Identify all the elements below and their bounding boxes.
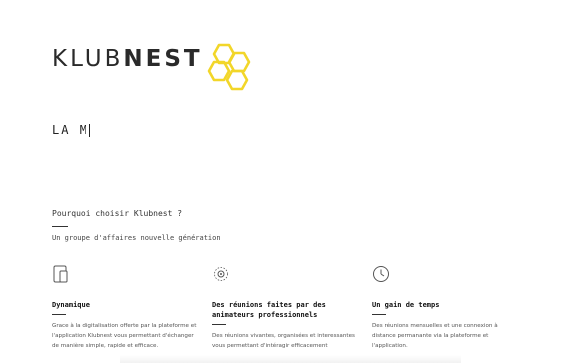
feature-dynamique: Dynamique Grace à la digitalisation offe… — [52, 265, 202, 351]
feature-reunions: Des réunions faites par des animateurs p… — [212, 265, 362, 351]
feature-title: Un gain de temps — [372, 301, 440, 309]
section-subtitle: Un groupe d'affaires nouvelle génération — [52, 234, 221, 242]
logo-wordmark: KLUBNEST — [52, 46, 203, 72]
logo-text-light: KLUB — [52, 46, 124, 72]
headline-text: LA — [52, 123, 71, 137]
next-section-edge — [120, 355, 461, 363]
feature-description: Des réunions mensuelles et une connexion… — [372, 323, 498, 349]
feature-divider — [52, 314, 66, 315]
feature-title: Des réunions faites par des animateurs p… — [212, 301, 326, 319]
headline-partial-char: M — [79, 123, 86, 137]
section-divider — [52, 226, 68, 227]
klubnest-logo[interactable]: KLUBNEST — [52, 43, 251, 91]
tablet-icon — [53, 265, 68, 283]
feature-divider — [212, 324, 226, 325]
text-cursor — [88, 123, 90, 137]
logo-text-bold: NEST — [123, 46, 203, 72]
feature-gain-de-temps: Un gain de temps Des réunions mensuelles… — [372, 265, 522, 351]
honeycomb-icon — [207, 43, 251, 91]
feature-description: Grace à la digitalisation offerte par la… — [52, 323, 197, 349]
clock-icon — [373, 266, 389, 282]
feature-description: Des réunions vivantes, organisées et int… — [212, 333, 355, 349]
feature-title: Dynamique — [52, 301, 90, 309]
meeting-icon — [214, 267, 228, 281]
feature-divider — [372, 314, 386, 315]
section-title: Pourquoi choisir Klubnest ? — [52, 209, 183, 218]
typewriter-headline: LA M — [52, 123, 90, 137]
